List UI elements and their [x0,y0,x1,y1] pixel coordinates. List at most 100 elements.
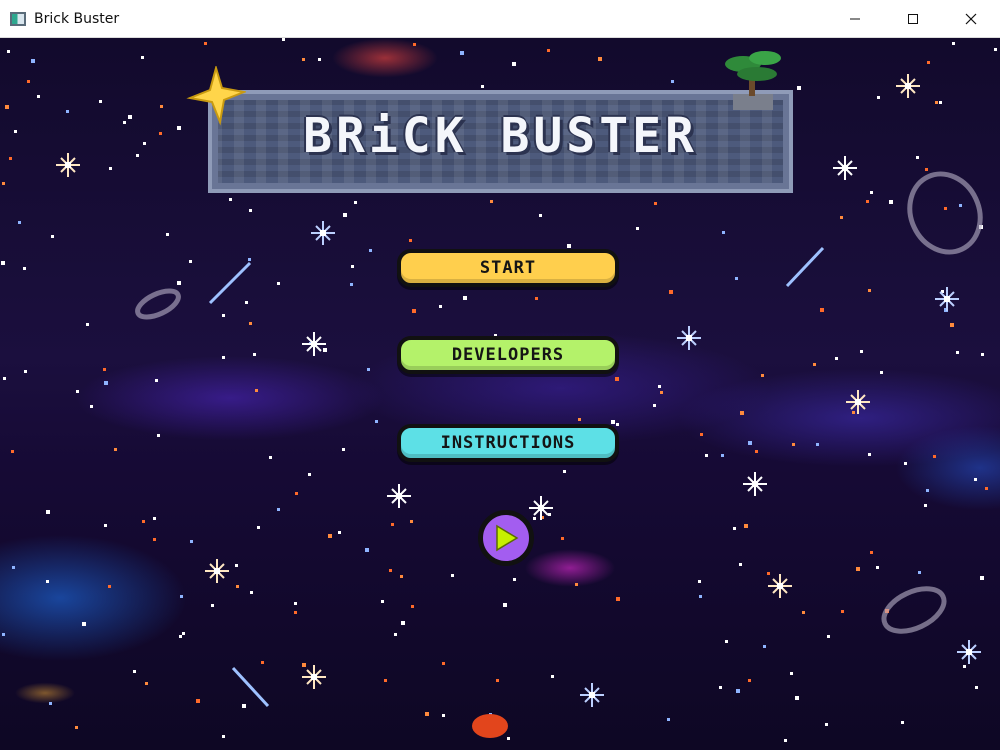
sparkle-star [743,472,767,496]
star-dot [507,737,510,740]
star-dot [755,450,758,453]
star-dot [439,305,442,308]
game-canvas: BRiCK BUSTER START DEVELOPERS INSTRUCTIO… [0,38,1000,750]
star-dot [963,665,966,668]
star-dot [735,277,738,280]
star-dot [412,309,416,313]
star-dot [563,470,566,473]
star-dot [658,385,661,388]
star-dot [767,572,770,575]
star-dot [952,42,955,45]
star-dot [615,377,619,381]
star-dot [128,115,132,119]
star-dot [513,578,516,581]
star-dot [870,191,873,194]
star-dot [761,374,764,377]
star-dot [249,209,252,212]
star-dot [411,605,414,608]
star-dot [46,510,50,514]
star-dot [76,390,79,393]
star-dot [23,267,26,270]
star-dot [182,632,185,635]
star-dot [924,504,927,507]
game-window: Brick Buster BRiCK BUSTER START DEVELOPE… [0,0,1000,750]
star-dot [229,198,232,201]
window-title: Brick Buster [34,10,120,27]
star-dot [748,679,751,682]
star-dot [350,283,353,286]
star-dot [889,200,893,204]
star-dot [792,443,795,446]
star-dot [994,48,997,51]
star-dot [277,282,280,285]
star-dot [598,57,602,61]
star-dot [99,100,102,103]
star-dot [935,101,938,104]
minimize-button[interactable] [826,0,884,38]
star-dot [669,290,673,294]
star-dot [860,350,863,353]
play-button[interactable] [478,510,534,566]
star-dot [868,453,871,456]
maximize-button[interactable] [884,0,942,38]
sparkle-star [768,574,792,598]
star-dot [222,356,225,359]
star-dot [245,301,248,304]
star-dot [391,523,394,526]
star-dot [442,662,445,665]
red-nebula-eye [472,714,508,738]
star-dot [66,110,69,113]
star-dot [725,640,728,643]
star-dot [294,611,297,614]
star-dot [196,699,200,703]
star-dot [496,679,499,682]
title-bar[interactable]: Brick Buster [0,0,1000,38]
star-dot [177,281,181,285]
star-dot [463,296,467,300]
developers-button[interactable]: DEVELOPERS [397,336,619,374]
star-dot [37,95,40,98]
star-dot [820,308,824,312]
star-dot [261,661,264,664]
close-button[interactable] [942,0,1000,38]
star-dot [242,704,246,708]
star-dot [177,126,181,130]
star-dot [46,580,49,583]
start-button[interactable]: START [397,249,619,287]
star-dot [551,675,554,678]
star-dot [2,633,5,636]
star-dot [190,540,193,543]
sparkle-star [529,496,553,520]
star-dot [389,569,392,572]
instructions-button[interactable]: INSTRUCTIONS [397,424,619,462]
star-dot [365,548,369,552]
star-dot [870,551,873,554]
star-dot [802,611,805,614]
star-dot [705,454,708,457]
sparkle-star [302,665,326,689]
star-dot [342,448,345,451]
star-dot [222,735,225,738]
star-dot [985,487,988,490]
star-dot [744,524,748,528]
star-dot [381,600,384,603]
star-dot [980,576,984,580]
star-dot [763,645,766,648]
comet [208,261,252,305]
star-dot [277,508,280,511]
star-dot [950,323,954,327]
logo-title: BRiCK BUSTER [303,108,698,164]
star-dot [481,85,484,88]
star-dot [654,202,657,205]
star-dot [31,59,35,63]
star-dot [425,712,429,716]
star-dot [123,121,126,124]
star-dot [236,585,239,588]
star-dot [9,157,12,160]
star-dot [835,357,838,360]
star-dot [18,221,21,224]
galaxy [135,288,181,320]
star-dot [90,405,93,408]
star-dot [27,80,30,83]
star-dot [109,167,112,170]
